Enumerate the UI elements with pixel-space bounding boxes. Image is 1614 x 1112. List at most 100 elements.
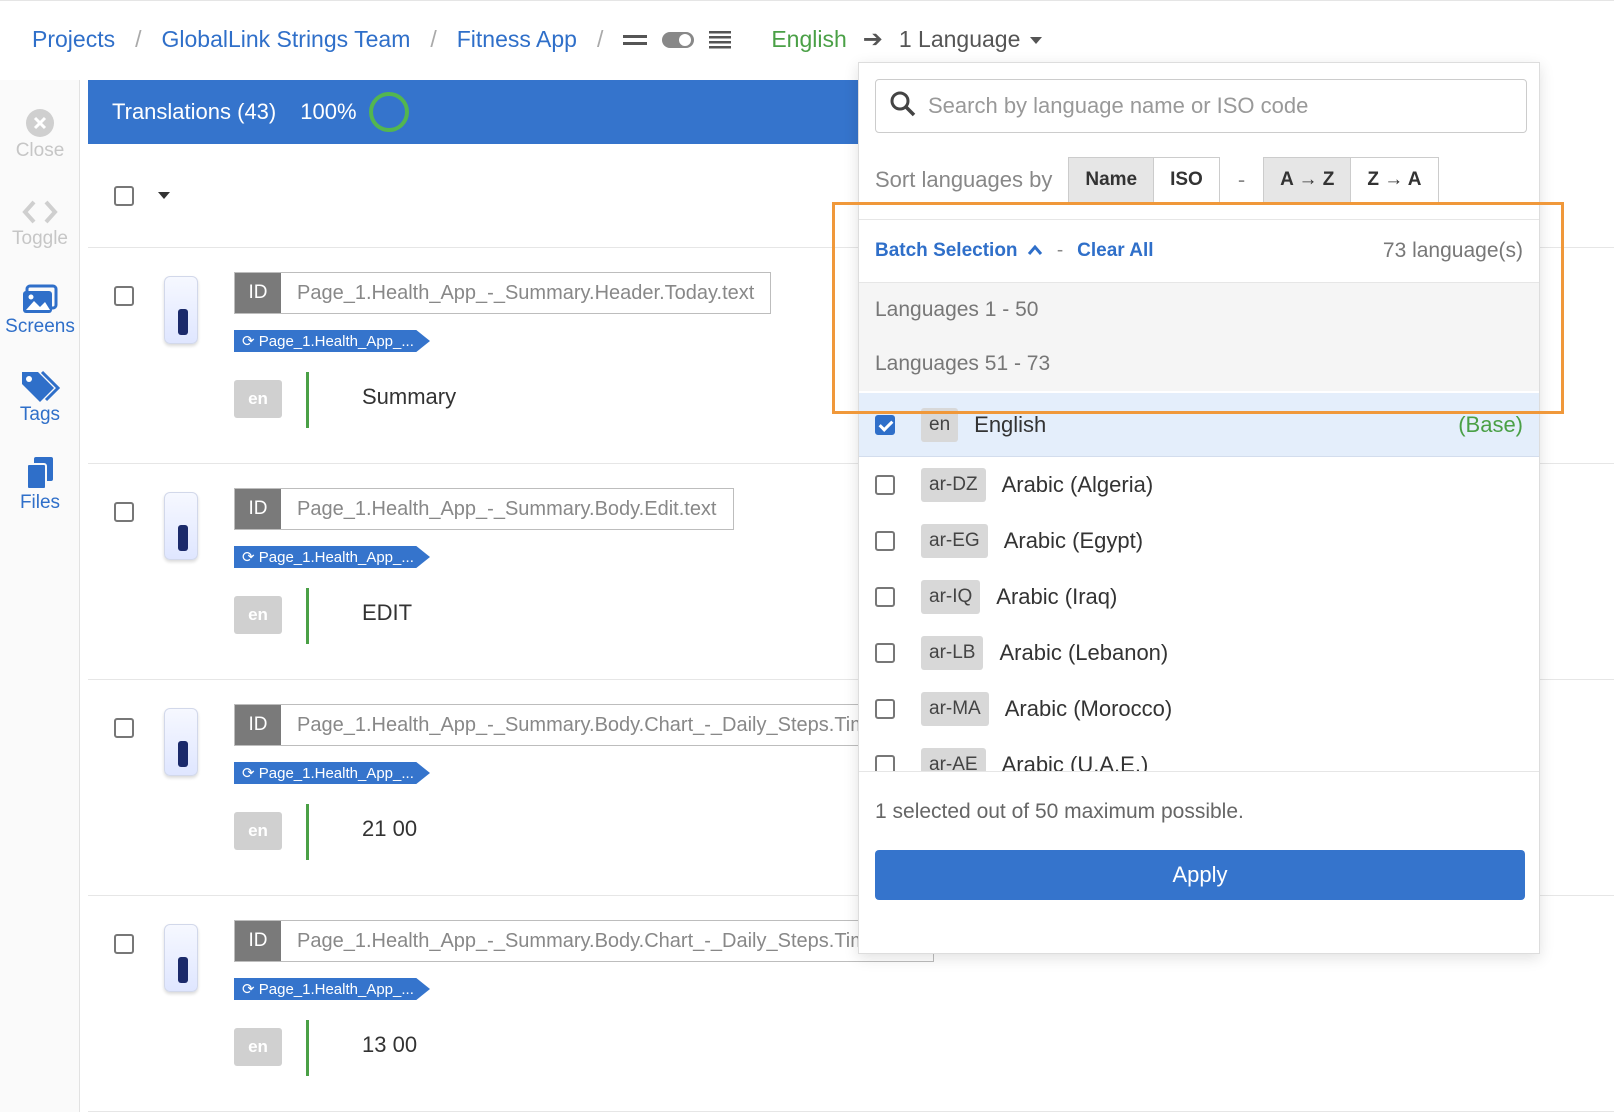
batch-selection-toggle[interactable]: Batch Selection bbox=[875, 240, 1043, 262]
translation-text[interactable]: 13 00 bbox=[362, 1032, 417, 1058]
language-name: Arabic (Lebanon) bbox=[999, 640, 1169, 665]
files-icon bbox=[0, 450, 80, 490]
language-badge: en bbox=[234, 812, 282, 850]
sort-descending-button[interactable]: Z → A bbox=[1351, 157, 1439, 203]
tags-tool[interactable]: Tags bbox=[0, 362, 80, 426]
language-option-ar-eg[interactable]: ar-EG Arabic (Egypt) bbox=[859, 513, 1539, 569]
screen-thumbnail[interactable] bbox=[164, 276, 198, 344]
translations-progress: 100% bbox=[300, 99, 357, 124]
language-badge: en bbox=[234, 380, 282, 418]
language-checkbox[interactable] bbox=[875, 475, 895, 495]
language-option-ar-dz[interactable]: ar-DZ Arabic (Algeria) bbox=[859, 457, 1539, 513]
selection-note: 1 selected out of 50 maximum possible. bbox=[875, 800, 1244, 823]
entry-checkbox[interactable] bbox=[114, 502, 134, 522]
screen-thumbnail[interactable] bbox=[164, 708, 198, 776]
sort-by-iso-button[interactable]: ISO bbox=[1154, 157, 1220, 203]
language-option-ar-ma[interactable]: ar-MA Arabic (Morocco) bbox=[859, 681, 1539, 737]
files-label: Files bbox=[19, 492, 61, 513]
translation-text[interactable]: Summary bbox=[362, 384, 456, 410]
string-id-field: ID Page_1.Health_App_-_Summary.Header.To… bbox=[234, 272, 772, 314]
string-id-field: ID Page_1.Health_App_-_Summary.Body.Char… bbox=[234, 920, 934, 962]
sort-by-name-button[interactable]: Name bbox=[1068, 157, 1155, 203]
screens-label: Screens bbox=[5, 316, 75, 337]
search-icon bbox=[890, 91, 916, 122]
language-badge: en bbox=[234, 1028, 282, 1066]
language-checkbox[interactable] bbox=[875, 587, 895, 607]
screens-tool[interactable]: Screens bbox=[0, 274, 80, 338]
id-tag: ID bbox=[235, 705, 281, 745]
language-code: ar-EG bbox=[921, 524, 988, 558]
select-all-checkbox[interactable] bbox=[114, 185, 134, 206]
batch-option-1-50[interactable]: Languages 1 - 50 bbox=[859, 283, 1539, 337]
language-search-input[interactable] bbox=[928, 93, 1508, 119]
files-tool[interactable]: Files bbox=[0, 450, 80, 514]
language-code: ar-AE bbox=[921, 748, 986, 771]
screen-tag[interactable]: ⟳ Page_1.Health_App_... bbox=[234, 762, 430, 784]
translation-text[interactable]: EDIT bbox=[362, 600, 412, 626]
apply-button[interactable]: Apply bbox=[875, 850, 1525, 900]
images-icon bbox=[0, 274, 80, 314]
language-name: Arabic (Iraq) bbox=[996, 584, 1118, 609]
string-id: Page_1.Health_App_-_Summary.Body.Chart_-… bbox=[297, 713, 867, 736]
entry-checkbox[interactable] bbox=[114, 718, 134, 738]
target-language-selector[interactable]: 1 Language bbox=[899, 26, 1043, 53]
batch-divider: - bbox=[1056, 240, 1064, 261]
batch-option-51-73[interactable]: Languages 51 - 73 bbox=[859, 337, 1539, 391]
language-name: Arabic (Morocco) bbox=[1004, 696, 1173, 721]
screen-thumbnail[interactable] bbox=[164, 492, 198, 560]
breadcrumb-team[interactable]: GlobalLink Strings Team bbox=[161, 26, 410, 53]
language-option-en[interactable]: en English (Base) bbox=[859, 393, 1539, 457]
language-checkbox[interactable] bbox=[875, 755, 895, 771]
sort-ascending-button[interactable]: A → Z bbox=[1263, 157, 1352, 203]
language-name: Arabic (Egypt) bbox=[1003, 528, 1144, 553]
bulk-actions-caret-icon[interactable] bbox=[158, 192, 170, 199]
language-option-ar-ae[interactable]: ar-AE Arabic (U.A.E.) bbox=[859, 737, 1539, 771]
screen-tag[interactable]: ⟳ Page_1.Health_App_... bbox=[234, 546, 430, 568]
language-code: ar-MA bbox=[921, 692, 989, 726]
status-bar bbox=[306, 588, 309, 644]
language-code: ar-IQ bbox=[921, 580, 981, 614]
screen-tag-label: Page_1.Health_App_... bbox=[258, 764, 414, 782]
screen-tag[interactable]: ⟳ Page_1.Health_App_... bbox=[234, 978, 430, 1000]
string-id: Page_1.Health_App_-_Summary.Body.Edit.te… bbox=[297, 497, 717, 520]
batch-options: Languages 1 - 50 Languages 51 - 73 bbox=[859, 283, 1539, 391]
screen-tag-label: Page_1.Health_App_... bbox=[258, 980, 414, 998]
sort-label: Sort languages by bbox=[875, 167, 1053, 192]
sort-controls: Sort languages by Name ISO - A → Z Z → A bbox=[875, 157, 1439, 203]
language-name: Arabic (Algeria) bbox=[1001, 472, 1154, 497]
translations-header: Translations (43) 100% bbox=[88, 80, 858, 144]
string-id: Page_1.Health_App_-_Summary.Header.Today… bbox=[297, 281, 755, 304]
screen-thumbnail[interactable] bbox=[164, 924, 198, 992]
language-checkbox[interactable] bbox=[875, 531, 895, 551]
view-toggle-icon[interactable] bbox=[661, 30, 695, 50]
screen-tag[interactable]: ⟳ Page_1.Health_App_... bbox=[234, 330, 430, 352]
breadcrumb-separator: / bbox=[430, 26, 437, 52]
string-id-field: ID Page_1.Health_App_-_Summary.Body.Edit… bbox=[234, 488, 734, 530]
status-bar bbox=[306, 804, 309, 860]
entry-checkbox[interactable] bbox=[114, 286, 134, 306]
toggle-label: Toggle bbox=[12, 228, 68, 249]
language-name: Arabic (U.A.E.) bbox=[1001, 752, 1149, 771]
id-tag: ID bbox=[235, 273, 281, 313]
language-checkbox[interactable] bbox=[875, 643, 895, 663]
breadcrumb-project[interactable]: Fitness App bbox=[457, 26, 577, 53]
translation-text[interactable]: 21 00 bbox=[362, 816, 417, 842]
id-tag: ID bbox=[235, 921, 281, 961]
language-option-ar-iq[interactable]: ar-IQ Arabic (Iraq) bbox=[859, 569, 1539, 625]
entry-checkbox[interactable] bbox=[114, 934, 134, 954]
chevron-up-icon bbox=[1027, 244, 1042, 255]
clear-all-link[interactable]: Clear All bbox=[1077, 240, 1153, 262]
language-code: ar-LB bbox=[921, 636, 984, 670]
language-checkbox[interactable] bbox=[875, 414, 895, 435]
language-search bbox=[875, 79, 1527, 133]
language-checkbox[interactable] bbox=[875, 699, 895, 719]
list-view-icon[interactable] bbox=[709, 30, 732, 50]
status-bar bbox=[306, 1020, 309, 1076]
language-option-ar-lb[interactable]: ar-LB Arabic (Lebanon) bbox=[859, 625, 1539, 681]
compact-view-icon[interactable] bbox=[623, 33, 648, 47]
close-tool: Close bbox=[0, 98, 80, 162]
breadcrumb-projects[interactable]: Projects bbox=[32, 26, 115, 53]
language-code: en bbox=[921, 407, 959, 442]
base-language-badge: (Base) bbox=[1458, 411, 1523, 437]
screen-tag-label: Page_1.Health_App_... bbox=[258, 332, 414, 350]
